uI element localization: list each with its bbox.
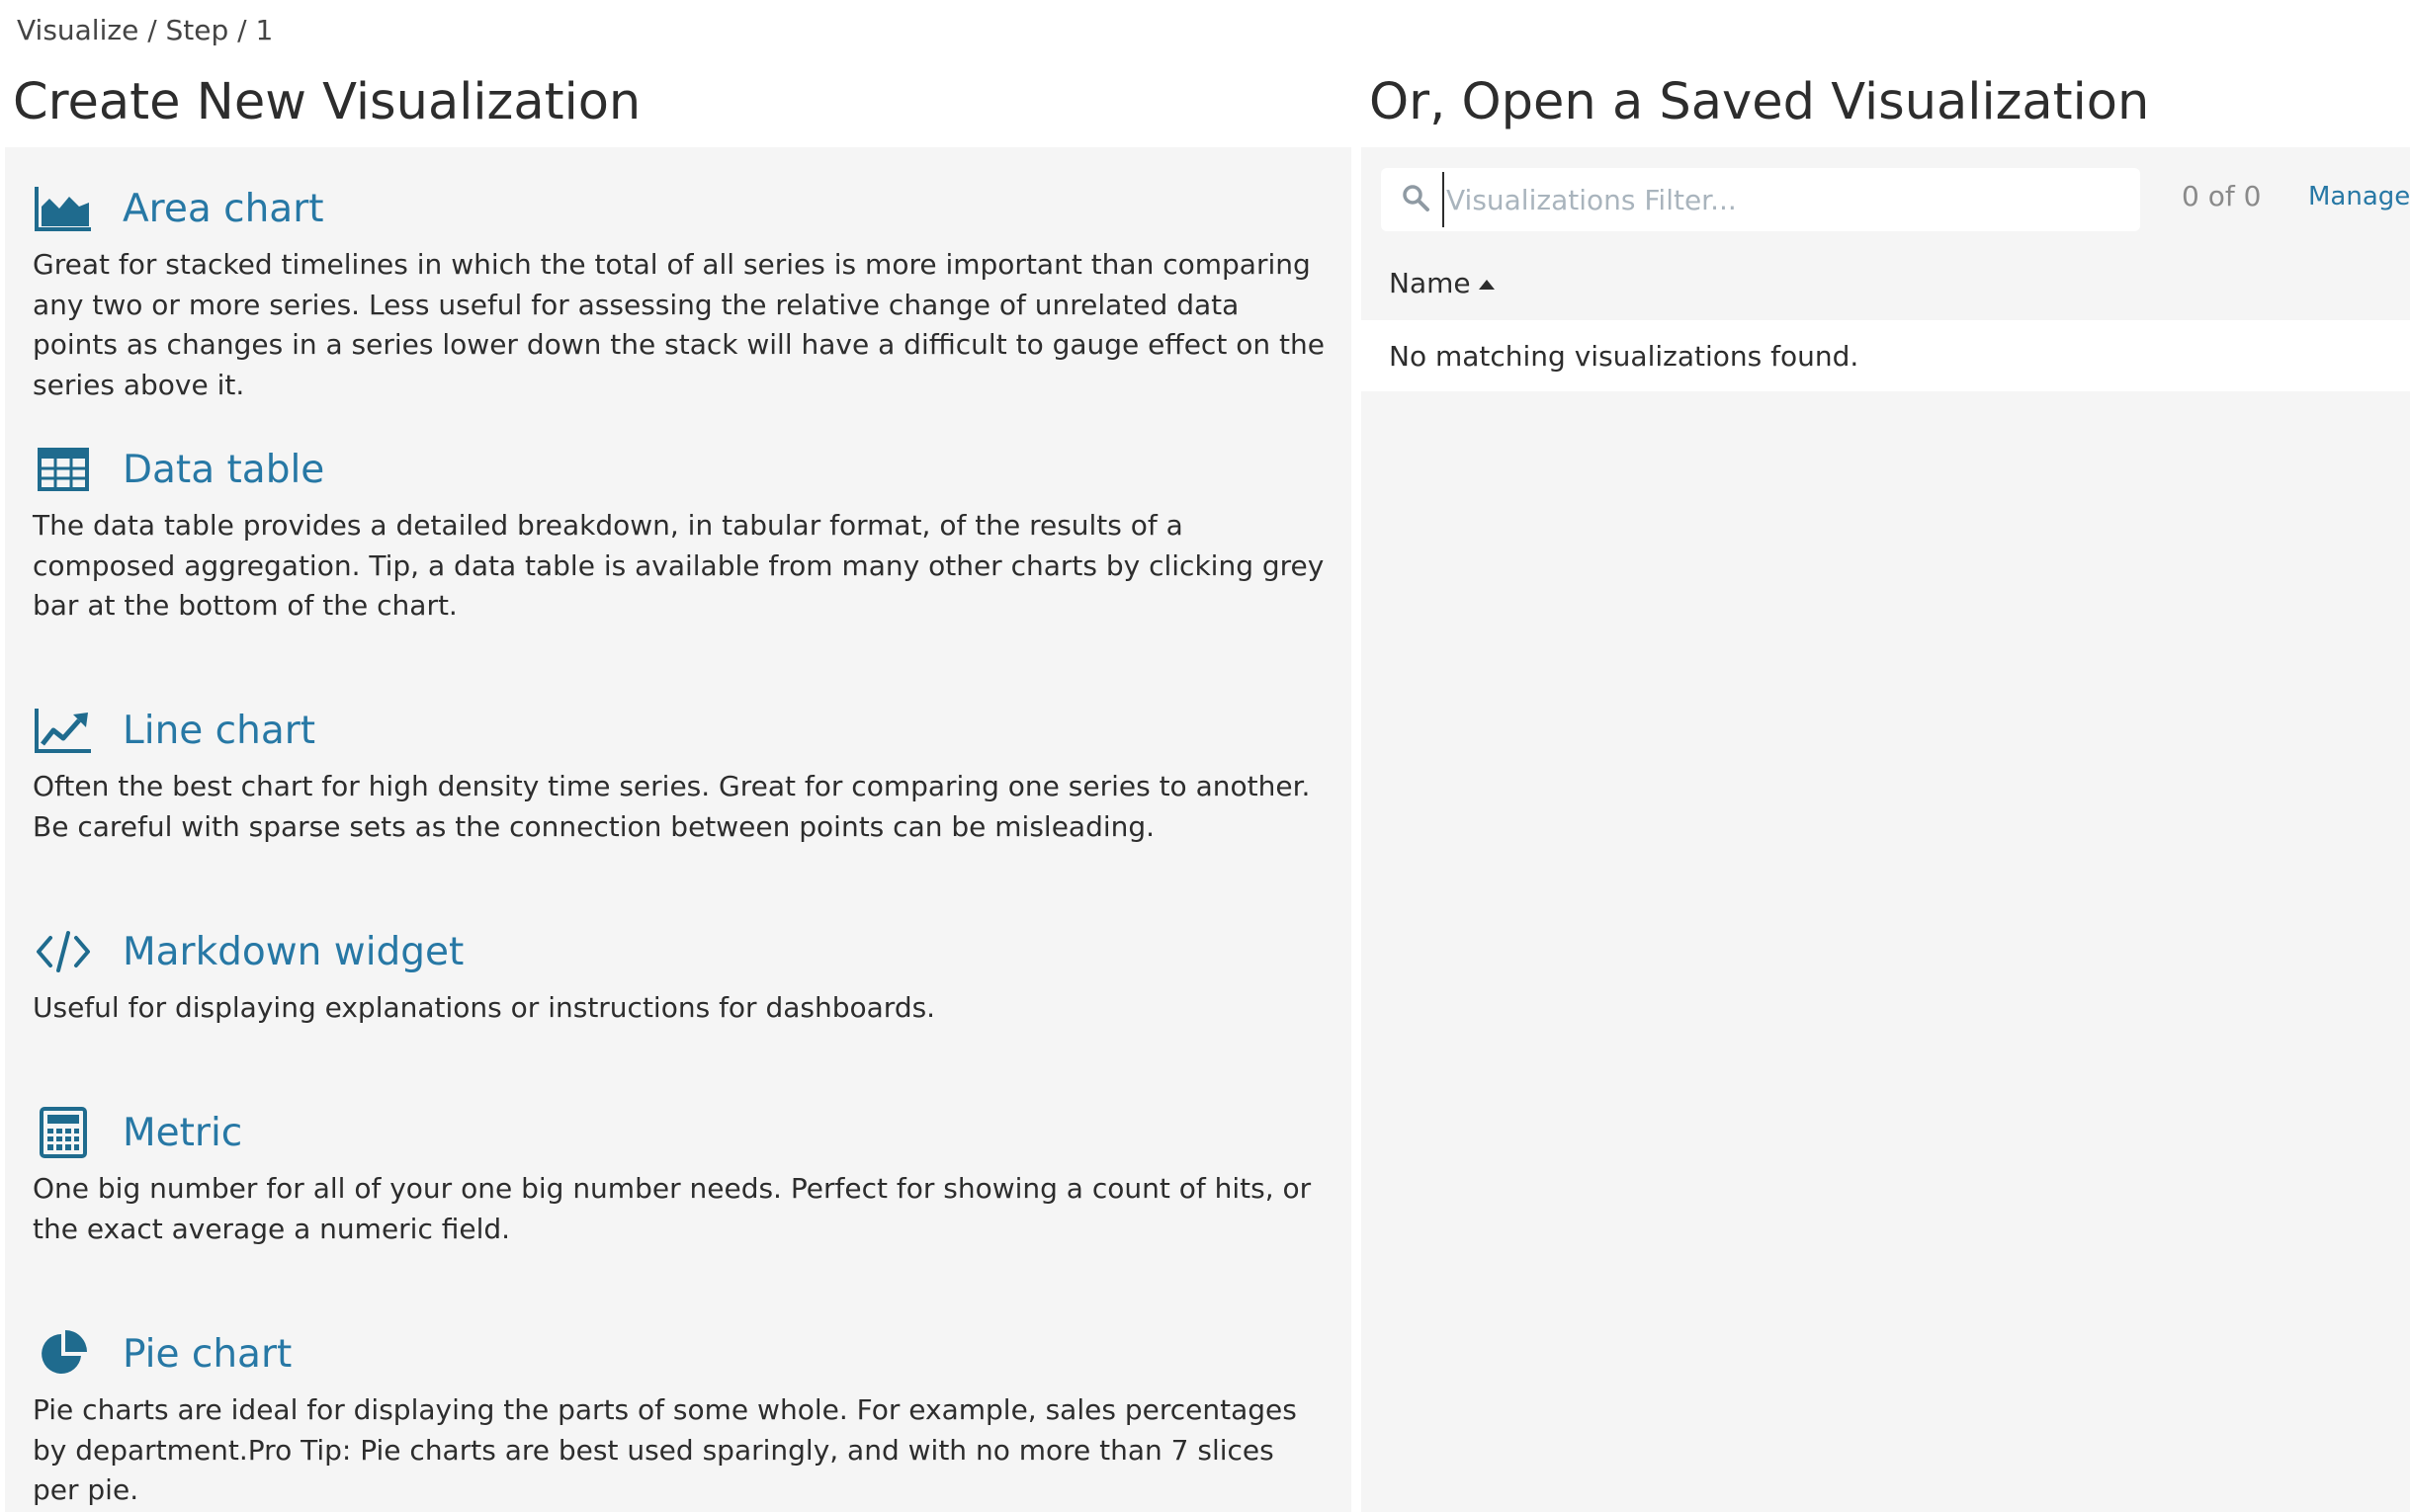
- visualization-type-list: Area chart Great for stacked timelines i…: [5, 147, 1351, 1512]
- line-chart-icon: [33, 705, 94, 756]
- sort-ascending-icon: [1478, 279, 1495, 290]
- vis-type-name: Markdown widget: [123, 929, 465, 974]
- vis-type-description: The data table provides a detailed break…: [33, 509, 1325, 622]
- vis-type-description: Useful for displaying explanations or in…: [33, 991, 936, 1024]
- vis-type-area-chart[interactable]: Area chart Great for stacked timelines i…: [33, 178, 1328, 405]
- visualize-page: Visualize / Step / 1 Create New Visualiz…: [0, 0, 2410, 1512]
- vis-type-description: Great for stacked timelines in which the…: [33, 248, 1325, 401]
- search-box[interactable]: [1381, 168, 2140, 231]
- vis-type-markdown-widget[interactable]: Markdown widget Useful for displaying ex…: [33, 921, 1328, 1029]
- vis-type-description: Often the best chart for high density ti…: [33, 770, 1311, 843]
- pie-chart-icon: [33, 1328, 94, 1380]
- column-header-label: Name: [1389, 267, 1471, 299]
- name-column-header[interactable]: Name: [1389, 267, 1495, 299]
- visualizations-filter-input[interactable]: [1442, 172, 2140, 227]
- vis-type-pie-chart[interactable]: Pie chart Pie charts are ideal for displ…: [33, 1323, 1328, 1511]
- vis-type-name: Metric: [123, 1110, 243, 1155]
- manage-link[interactable]: Manage: [2308, 182, 2410, 211]
- vis-type-name: Area chart: [123, 186, 324, 231]
- search-icon: [1381, 183, 1442, 216]
- vis-type-name: Pie chart: [123, 1331, 293, 1377]
- vis-type-name: Data table: [123, 447, 325, 492]
- vis-type-name: Line chart: [123, 708, 316, 753]
- pagination-count: 0 of 0: [2182, 180, 2262, 212]
- vis-type-metric[interactable]: Metric One big number for all of your on…: [33, 1102, 1328, 1249]
- vis-type-line-chart[interactable]: Line chart Often the best chart for high…: [33, 700, 1328, 847]
- empty-results-row: No matching visualizations found.: [1361, 320, 2410, 391]
- saved-visualizations-panel: 0 of 0 Manage Name No matching visualiza…: [1361, 147, 2410, 1512]
- area-chart-icon: [33, 183, 94, 234]
- table-icon: [33, 444, 94, 495]
- vis-type-description: Pie charts are ideal for displaying the …: [33, 1393, 1297, 1506]
- breadcrumb: Visualize / Step / 1: [17, 14, 274, 46]
- empty-results-message: No matching visualizations found.: [1389, 339, 1859, 373]
- code-icon: [33, 926, 94, 977]
- saved-section-title: Or, Open a Saved Visualization: [1369, 73, 2150, 131]
- vis-type-data-table[interactable]: Data table The data table provides a det…: [33, 439, 1328, 627]
- create-section-title: Create New Visualization: [13, 73, 642, 131]
- vis-type-description: One big number for all of your one big n…: [33, 1172, 1312, 1245]
- calculator-icon: [33, 1107, 94, 1158]
